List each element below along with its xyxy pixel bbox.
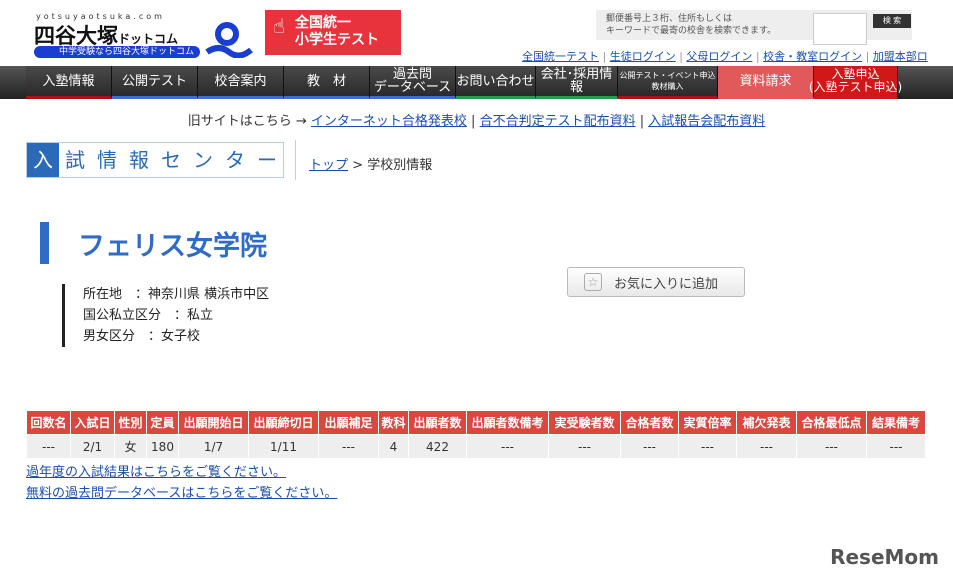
column-header: 結果備考 xyxy=(866,410,926,435)
table-cell: --- xyxy=(26,434,71,459)
nav-enroll[interactable]: 入塾申込 (入塾テスト申込) xyxy=(809,66,902,99)
link-report-materials[interactable]: 入試報告会配布資料 xyxy=(648,114,765,129)
title-char: タ xyxy=(225,148,245,172)
add-favorite-button[interactable]: ☆ お気に入りに追加 xyxy=(567,267,745,297)
nav-past-exams[interactable]: 過去問 データベース xyxy=(370,66,456,99)
top-links: 全国統一テスト | 生徒ログイン | 父母ログイン | 校舎・教室ログイン | … xyxy=(522,50,928,63)
resemom-watermark: ReseMom xyxy=(830,545,939,569)
old-site-links: 旧サイトはこちら → インターネット合格発表校 | 合不合判定テスト配布資料 |… xyxy=(187,114,766,129)
column-header: 教科 xyxy=(378,410,409,435)
exam-results-table: 回数名 入試日 性別 定員 出願開始日 出願締切日 出願補足 教科 出願者数 出願者数備考 実受験者… xyxy=(26,410,926,459)
link-national-test[interactable]: 全国統一テスト xyxy=(522,50,599,63)
exam-info-center-title: 入試情報センター xyxy=(26,142,284,178)
logo-text: 四谷大塚 xyxy=(34,24,118,48)
nav-company[interactable]: 会社･採用情報 xyxy=(536,66,618,99)
table-cell: 4 xyxy=(378,434,409,459)
title-accent-bar xyxy=(40,222,49,264)
column-header: 出願補足 xyxy=(318,410,379,435)
school-type: 国公私立区分 ：私立 xyxy=(83,308,214,323)
search-input[interactable] xyxy=(813,13,867,45)
breadcrumb-current: 学校別情報 xyxy=(367,158,433,173)
link-past-results[interactable]: 過年度の入試結果はこちらをご覧ください。 xyxy=(26,461,286,480)
title-char: 入 xyxy=(27,143,59,177)
breadcrumb-sep: > xyxy=(348,158,368,173)
link-school-login[interactable]: 校舎・教室ログイン xyxy=(763,50,862,63)
column-header: 出願締切日 xyxy=(248,410,319,435)
link-student-login[interactable]: 生徒ログイン xyxy=(610,50,676,63)
column-header: 定員 xyxy=(146,410,179,435)
title-char: セ xyxy=(161,148,181,172)
table-cell: --- xyxy=(866,434,926,459)
link-test-materials[interactable]: 合不合判定テスト配布資料 xyxy=(480,114,636,129)
nav-schools[interactable]: 校舎案内 xyxy=(198,66,284,99)
main-nav: 入塾情報 公開テスト 校舎案内 教 材 過去問 データベース お問い合わせ 会社… xyxy=(0,66,953,99)
column-header: 性別 xyxy=(114,410,147,435)
nav-event-apply[interactable]: 公開テスト・イベント申込 教材購入 xyxy=(618,66,718,99)
school-name: フェリス女学院 xyxy=(78,231,267,262)
table-header-row: 回数名 入試日 性別 定員 出願開始日 出願締切日 出願補足 教科 出願者数 出願者数備考 実受験者… xyxy=(26,410,926,435)
column-header: 出願開始日 xyxy=(178,410,249,435)
banner-text: 全国統一 小学生テスト xyxy=(295,15,379,48)
nav-public-test[interactable]: 公開テスト xyxy=(112,66,198,99)
column-header: 合格者数 xyxy=(620,410,679,435)
logo-tagline: 中学受験なら四谷大塚ドットコム xyxy=(34,46,200,58)
column-header: 実質倍率 xyxy=(678,410,737,435)
table-cell: 2/1 xyxy=(70,434,115,459)
title-char: 報 xyxy=(129,148,149,172)
nav-request-materials[interactable]: 資料請求 xyxy=(718,66,814,99)
divider xyxy=(295,140,296,180)
title-char: 情 xyxy=(97,148,117,172)
breadcrumb: トップ > 学校別情報 xyxy=(309,154,432,173)
title-char: ー xyxy=(257,148,277,172)
school-info: 所在地 ：神奈川県 横浜市中区 国公私立区分 ：私立 男女区分 ：女子校 xyxy=(62,284,269,347)
school-gender: 男女区分 ：女子校 xyxy=(83,329,201,344)
nav-materials[interactable]: 教 材 xyxy=(284,66,370,99)
table-cell: --- xyxy=(318,434,379,459)
nav-contact[interactable]: お問い合わせ xyxy=(456,66,536,99)
logo-suffix: ドットコム xyxy=(118,32,179,46)
column-header: 入試日 xyxy=(70,410,115,435)
hand-icon: ☝ xyxy=(273,14,286,38)
table-cell: --- xyxy=(466,434,549,459)
table-cell: --- xyxy=(736,434,797,459)
national-test-banner[interactable]: ☝ 全国統一 小学生テスト xyxy=(265,10,401,55)
old-site-label: 旧サイトはこちら → xyxy=(187,114,311,129)
table-cell: --- xyxy=(548,434,621,459)
nav-admission-info[interactable]: 入塾情報 xyxy=(26,66,112,99)
table-cell: 女 xyxy=(114,434,147,459)
link-internet-results[interactable]: インターネット合格発表校 xyxy=(311,114,467,129)
column-header: 合格最低点 xyxy=(796,410,867,435)
table-cell: 180 xyxy=(146,434,179,459)
link-parent-login[interactable]: 父母ログイン xyxy=(686,50,752,63)
column-header: 回数名 xyxy=(26,410,71,435)
table-cell: --- xyxy=(620,434,679,459)
table-cell: --- xyxy=(678,434,737,459)
table-cell: 1/7 xyxy=(178,434,249,459)
breadcrumb-home[interactable]: トップ xyxy=(309,158,348,173)
column-header: 実受験者数 xyxy=(548,410,621,435)
table-cell: --- xyxy=(796,434,867,459)
star-icon: ☆ xyxy=(584,273,602,291)
add-favorite-label: お気に入りに追加 xyxy=(614,276,719,292)
column-header: 出願者数備考 xyxy=(466,410,549,435)
link-member-hq[interactable]: 加盟本部ロ xyxy=(873,50,928,63)
table-row: --- 2/1 女 180 1/7 1/11 --- 4 422 --- --- --- --- --- -… xyxy=(26,434,926,459)
table-cell: 422 xyxy=(408,434,467,459)
school-location: 所在地 ：神奈川県 横浜市中区 xyxy=(83,287,270,302)
title-char: 試 xyxy=(65,148,85,172)
column-header: 出願者数 xyxy=(408,410,467,435)
search-button[interactable]: 検 索 xyxy=(873,14,911,28)
column-header: 補欠発表 xyxy=(736,410,797,435)
title-char: ン xyxy=(193,148,213,172)
table-cell: 1/11 xyxy=(248,434,319,459)
link-free-database[interactable]: 無料の過去問データベースはこちらをご覧ください。 xyxy=(26,482,337,501)
logo-mark-icon xyxy=(205,22,253,58)
